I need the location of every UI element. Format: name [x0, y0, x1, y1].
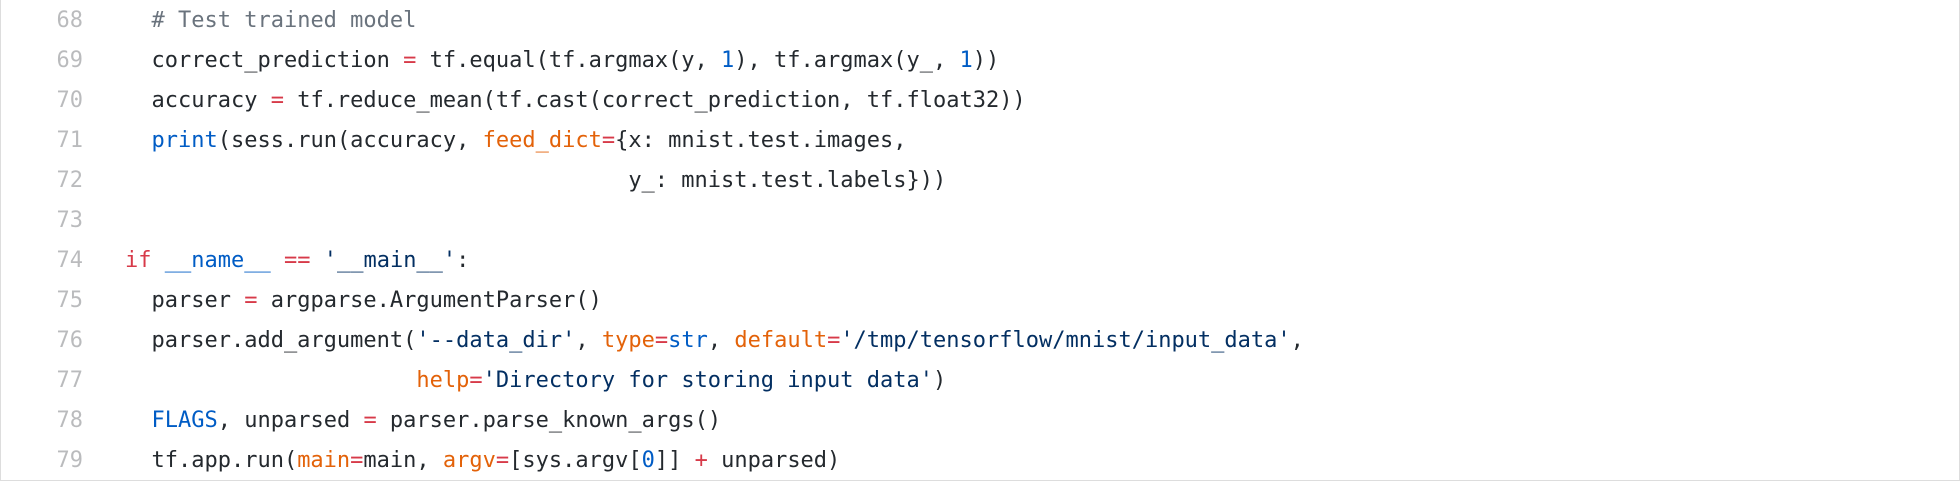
code-token-plain: , [1290, 327, 1304, 353]
code-view: 68 # Test trained model 69 correct_predic… [0, 0, 1960, 481]
code-token-param: feed_dict [482, 127, 602, 153]
line-number[interactable]: 69 [1, 48, 84, 73]
code-token-name: str [668, 327, 708, 353]
code-token-name: print [151, 127, 218, 153]
code-token-keyword: if [125, 247, 152, 273]
code-token-plain: , [575, 327, 602, 353]
line-code: print(sess.run(accuracy, feed_dict={x: m… [83, 128, 1959, 153]
code-token-operator: == [283, 247, 311, 273]
code-token-param: help [416, 367, 470, 393]
code-line: 69 correct_prediction = tf.equal(tf.argm… [1, 40, 1959, 80]
code-line: 75 parser = argparse.ArgumentParser() [1, 280, 1959, 320]
code-token-plain: argparse.ArgumentParser() [257, 287, 602, 313]
code-token-operator: = [495, 447, 510, 473]
code-token-operator: = [827, 327, 841, 353]
line-code: # Test trained model [83, 8, 1959, 33]
code-token-operator: = [270, 87, 284, 113]
line-number[interactable]: 76 [1, 328, 84, 353]
code-token-plain: : [456, 247, 470, 273]
code-token-plain: ) [932, 367, 947, 393]
code-token-plain: tf.equal(tf.argmax(y, [416, 47, 722, 73]
code-token-plain: ), tf.argmax(y_, [734, 47, 960, 73]
code-token-name: __name__ [164, 247, 271, 273]
line-number[interactable]: 72 [1, 168, 84, 193]
code-token-operator: = [350, 447, 364, 473]
code-token-operator: = [654, 327, 669, 353]
code-token-operator: = [601, 127, 616, 153]
line-number[interactable]: 74 [1, 248, 84, 273]
code-token-param: type [601, 327, 655, 353]
code-token-plain: main, [363, 447, 443, 473]
line-code: parser = argparse.ArgumentParser() [83, 288, 1959, 313]
code-token-plain: )) [972, 47, 1000, 73]
code-token-plain: parser.parse_known_args() [376, 407, 722, 433]
code-token-plain: parser [125, 287, 245, 313]
line-code: y_: mnist.test.labels})) [83, 168, 1959, 193]
line-number[interactable]: 71 [1, 128, 84, 153]
line-code: FLAGS, unparsed = parser.parse_known_arg… [83, 408, 1959, 433]
code-line: 72 y_: mnist.test.labels})) [1, 160, 1959, 200]
code-token-plain: y_: mnist.test.labels})) [125, 167, 947, 193]
code-token-plain: (sess.run(accuracy, [217, 127, 483, 153]
code-line: 79 tf.app.run(main=main, argv=[sys.argv[… [1, 440, 1959, 480]
code-token-operator: = [403, 47, 417, 73]
line-code: correct_prediction = tf.equal(tf.argmax(… [83, 48, 1959, 73]
code-line: 74 if __name__ == '__main__': [1, 240, 1959, 280]
code-token-param: argv [442, 447, 496, 473]
code-token-operator: = [244, 287, 258, 313]
line-number[interactable]: 68 [1, 8, 84, 33]
code-token-comment: # Test trained model [151, 7, 417, 33]
code-token-number: 0 [641, 447, 655, 473]
code-token-plain: [sys.argv[ [509, 447, 642, 473]
code-line: 71 print(sess.run(accuracy, feed_dict={x… [1, 120, 1959, 160]
line-code: parser.add_argument('--data_dir', type=s… [83, 328, 1959, 353]
code-token-string: '/tmp/tensorflow/mnist/input_data' [840, 327, 1291, 353]
code-token-plain: tf.app.run( [125, 447, 298, 473]
code-token-plain: {x: mnist.test.images, [615, 127, 907, 153]
line-code: accuracy = tf.reduce_mean(tf.cast(correc… [83, 88, 1959, 113]
code-token-plain: , [707, 327, 735, 353]
code-token-param: default [734, 327, 828, 353]
code-line: 76 parser.add_argument('--data_dir', typ… [1, 320, 1959, 360]
code-token-plain: parser.add_argument( [125, 327, 417, 353]
line-code: tf.app.run(main=main, argv=[sys.argv[0]]… [83, 448, 1959, 473]
line-code: help='Directory for storing input data') [83, 368, 1959, 393]
line-code: if __name__ == '__main__': [83, 248, 1959, 273]
code-token-plain: , unparsed [217, 407, 364, 433]
code-token-string: '--data_dir' [416, 327, 576, 353]
code-token-plain: correct_prediction [125, 47, 404, 73]
line-number[interactable]: 75 [1, 288, 84, 313]
code-token-number: 1 [959, 47, 973, 73]
code-token-plain: tf.reduce_mean(tf.cast(correct_predictio… [283, 87, 1026, 113]
code-token-name: FLAGS [151, 407, 218, 433]
code-line: 78 FLAGS, unparsed = parser.parse_known_… [1, 400, 1959, 440]
line-number[interactable]: 73 [1, 208, 84, 233]
line-number[interactable]: 70 [1, 88, 84, 113]
code-token-operator: = [363, 407, 377, 433]
code-line: 68 # Test trained model [1, 0, 1959, 40]
code-token-string: '__main__' [323, 247, 457, 273]
code-token-string: 'Directory for storing input data' [482, 367, 933, 393]
code-token-param: main [297, 447, 351, 473]
code-token-plain: unparsed) [707, 447, 841, 473]
code-line: 70 accuracy = tf.reduce_mean(tf.cast(cor… [1, 80, 1959, 120]
code-token-plain: ]] [654, 447, 695, 473]
code-token-plain: accuracy [125, 87, 271, 113]
code-line: 77 help='Directory for storing input dat… [1, 360, 1959, 400]
code-token-operator: + [694, 447, 708, 473]
code-token-number: 1 [721, 47, 735, 73]
line-number[interactable]: 78 [1, 408, 84, 433]
code-token-operator: = [469, 367, 483, 393]
code-line: 73 [1, 200, 1959, 240]
line-number[interactable]: 77 [1, 368, 84, 393]
line-number[interactable]: 79 [1, 448, 84, 473]
